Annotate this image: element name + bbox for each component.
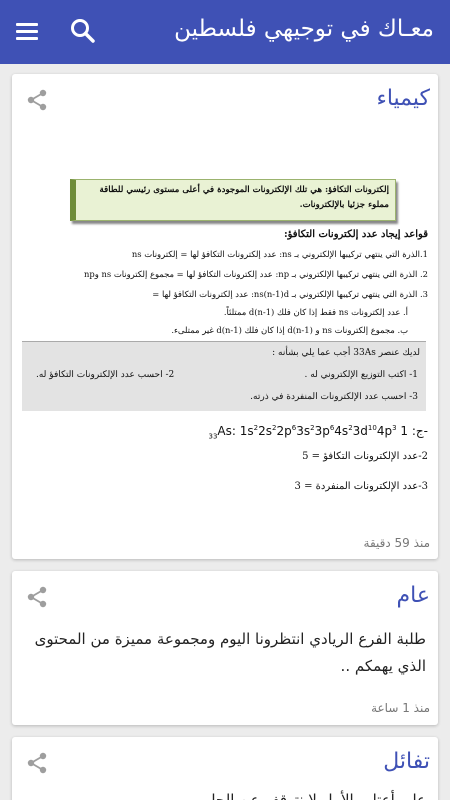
rule-line: ب. مجموع إلكترونات ns و d(n-1) إذا كان ف…	[171, 325, 408, 335]
question-item: 3- احسب عدد الإلكترونات المنفردة في ذرته…	[250, 392, 418, 402]
rule-line: 1.الذرة التي ينتهي تركيبها الإلكتروني بـ…	[131, 249, 428, 259]
rule-line: 3. الذرة التي ينتهي تركيبها الإلكتروني ب…	[152, 289, 428, 299]
share-icon[interactable]	[25, 585, 49, 609]
post-category: عام	[396, 583, 430, 608]
post-image: إلكترونات التكافؤ: هي تلك الإلكترونات ال…	[20, 159, 432, 534]
question-box: لديك عنصر 33As أجب عما يلي بشأنه : 1- اك…	[22, 341, 426, 411]
question-item: 2- احسب عدد الإلكترونات التكافؤ له.	[36, 370, 175, 380]
answer-prefix: ج: 1-	[400, 424, 428, 438]
post-body: طلبة الفرع الريادي انتظرونا اليوم ومجموع…	[34, 630, 426, 675]
electron-configuration: 33As: 1s22s22p63s23p64s23d104p3 ج: 1-	[208, 424, 429, 441]
definition-banner: إلكترونات التكافؤ: هي تلك الإلكترونات ال…	[70, 179, 396, 221]
share-icon[interactable]	[25, 751, 49, 775]
search-icon[interactable]	[68, 16, 98, 46]
post-card[interactable]: عام طلبة الفرع الريادي انتظرونا اليوم وم…	[12, 571, 438, 725]
app-title: معـاك في توجيهي فلسطين	[174, 16, 434, 42]
post-body: على أعتاب الأمل لا نتوقف عن الحلم	[201, 791, 426, 800]
post-card[interactable]: تفائل على أعتاب الأمل لا نتوقف عن الحلم	[12, 737, 438, 800]
post-category: تفائل	[383, 749, 430, 774]
question-item: 1- اكتب التوزيع الإلكتروني له .	[304, 370, 418, 380]
post-time: منذ 59 دقيقة	[363, 536, 430, 550]
share-icon[interactable]	[25, 88, 49, 112]
rule-line: 2. الذرة التي ينتهي تركيبها الإلكتروني ب…	[83, 269, 428, 279]
post-card[interactable]: كيمياء إلكترونات التكافؤ: هي تلك الإلكتر…	[12, 74, 438, 559]
answer-line: 3-عدد الإلكترونات المنفردة = 3	[294, 481, 428, 492]
question-intro: لديك عنصر 33As أجب عما يلي بشأنه :	[272, 348, 420, 358]
menu-icon[interactable]	[14, 18, 42, 46]
rules-title: قواعد إيجاد عدد إلكترونات التكافؤ:	[283, 229, 428, 240]
post-category: كيمياء	[376, 86, 430, 111]
rule-line: أ. عدد إلكترونات ns فقط إذا كان فلك d(n-…	[223, 307, 408, 317]
post-time: منذ 1 ساعة	[371, 701, 430, 715]
answer-line: 2-عدد الإلكترونات التكافؤ = 5	[302, 451, 428, 462]
app-bar: معـاك في توجيهي فلسطين	[0, 0, 450, 64]
